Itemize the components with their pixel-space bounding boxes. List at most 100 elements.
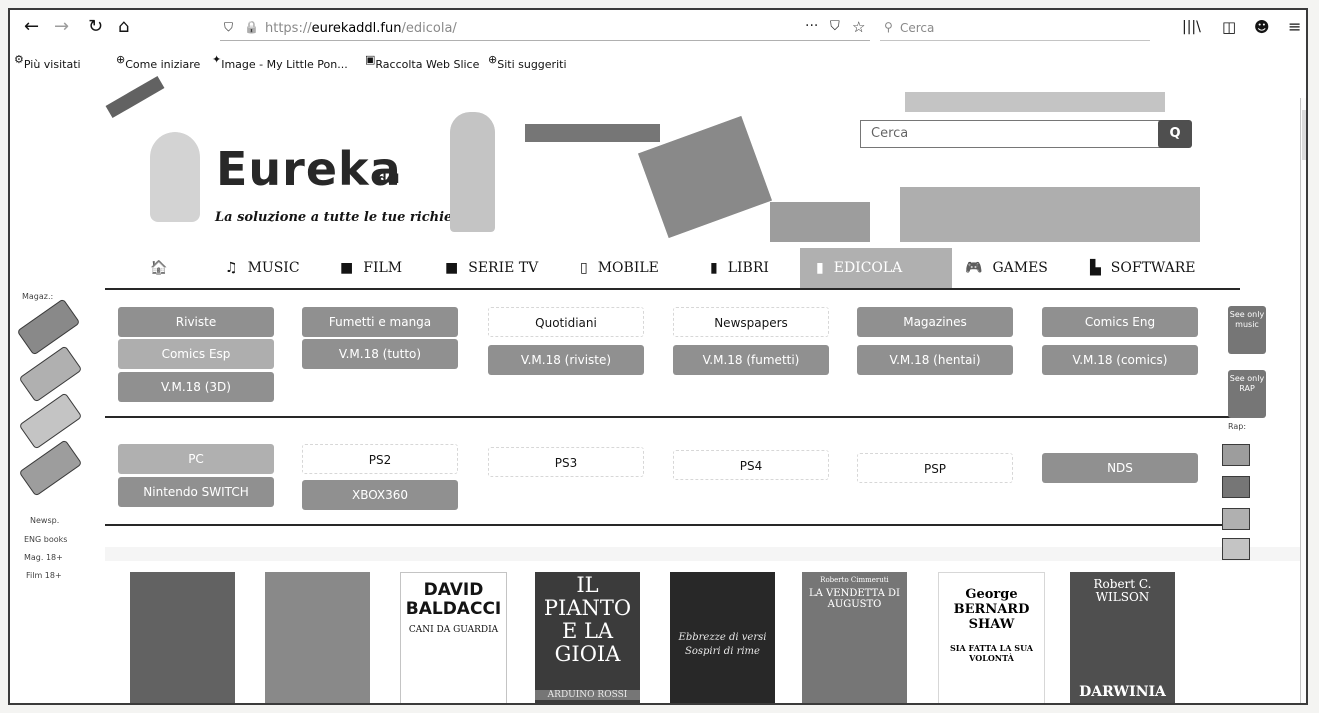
see-only-music-button[interactable]: See only music	[1228, 306, 1266, 354]
url-domain: eurekaddl.fun	[311, 21, 402, 36]
cat-comics-eng[interactable]: Comics Eng	[1042, 307, 1198, 337]
forward-icon[interactable]: →	[54, 16, 69, 37]
cat-ps4[interactable]: PS4	[673, 450, 829, 480]
home-icon[interactable]: ⌂	[118, 16, 129, 37]
flag-rap-uk[interactable]	[1222, 476, 1250, 498]
bookmark-image[interactable]: ✦ Image - My Little Pon...	[212, 53, 348, 71]
flag-magazines-4[interactable]	[18, 439, 83, 497]
book-cover[interactable]: Robert C. WILSON DARWINIA	[1070, 572, 1175, 703]
cat-psp[interactable]: PSP	[857, 453, 1013, 483]
bookmark-suggested-sites[interactable]: ⊕ Siti suggeriti	[488, 53, 567, 71]
book-cover[interactable]: Ebbrezze di versi Sospiri di rime	[670, 572, 775, 703]
cat-xbox360[interactable]: XBOX360	[302, 480, 458, 510]
browser-search-input[interactable]: ⚲ Cerca	[880, 18, 1150, 41]
flag-magazines-1[interactable]	[16, 298, 81, 356]
menu-music[interactable]: ♫ MUSIC	[225, 248, 300, 288]
cat-riviste[interactable]: Riviste	[118, 307, 274, 337]
pocket-icon[interactable]: ⛉	[830, 19, 840, 34]
book-cover[interactable]	[265, 572, 370, 703]
library-icon[interactable]: |||\	[1182, 19, 1201, 35]
book-subtitle: Sospiri di rime	[685, 646, 760, 657]
home-icon: 🏠	[150, 260, 168, 276]
browser-toolbar: ← → ↻ ⌂ ⛉ 🔒 https://eurekaddl.fun/edicol…	[10, 10, 1306, 48]
bookmark-web-slice[interactable]: ▣ Raccolta Web Slice	[365, 53, 479, 71]
cat-vm18-riviste[interactable]: V.M.18 (riviste)	[488, 345, 644, 375]
book-cover[interactable]	[130, 572, 235, 703]
bookmark-most-visited[interactable]: ⚙ Più visitati	[14, 53, 81, 71]
url-bar[interactable]: ⛉ 🔒 https://eurekaddl.fun/edicola/ ··· ⛉…	[220, 18, 870, 41]
menu-games[interactable]: 🎮 GAMES	[965, 248, 1048, 288]
menu-software[interactable]: ▙ SOFTWARE	[1090, 248, 1195, 288]
site-tagline: La soluzione a tutte le tue richieste!	[215, 210, 480, 225]
new-ribbon	[105, 75, 165, 119]
book-cover[interactable]: Roberto Cimmeruti LA VENDETTA DI AUGUSTO	[802, 572, 907, 703]
sidebar-magazines-label: Magaz.:	[22, 292, 54, 301]
menu-icon[interactable]: ≡	[1288, 17, 1301, 36]
sidebar-link-mag18[interactable]: Mag. 18+	[24, 553, 63, 562]
see-only-rap-button[interactable]: See only RAP	[1228, 370, 1266, 418]
book-cover[interactable]: IL PIANTO E LA GIOIA ARDUINO ROSSI	[535, 572, 640, 703]
businessman-figure	[450, 112, 495, 232]
page-scrollbar[interactable]	[1300, 98, 1306, 703]
cat-magazines[interactable]: Magazines	[857, 307, 1013, 337]
logo-suffix: ddl	[378, 172, 400, 186]
shield-icon[interactable]: ⛉	[224, 20, 233, 35]
lock-icon[interactable]: 🔒	[244, 20, 259, 34]
book-title: Robert C. WILSON	[1093, 577, 1152, 604]
section-divider	[105, 416, 1240, 418]
cat-quotidiani[interactable]: Quotidiani	[488, 307, 644, 337]
book-subtitle: DARWINIA	[1079, 684, 1166, 700]
cat-vm18-comics[interactable]: V.M.18 (comics)	[1042, 345, 1198, 375]
cat-comics-esp[interactable]: Comics Esp	[118, 339, 274, 369]
bookmark-star-icon[interactable]: ☆	[852, 18, 865, 36]
language-flags[interactable]	[525, 124, 660, 142]
cat-fumetti-manga[interactable]: Fumetti e manga	[302, 307, 458, 337]
search-icon: ⚲	[884, 20, 893, 34]
book-cover[interactable]: George BERNARD SHAW SIA FATTA LA SUA VOL…	[938, 572, 1045, 703]
menu-home[interactable]: 🏠	[150, 248, 177, 288]
site-search-input[interactable]: Cerca	[860, 120, 1162, 148]
menu-libri[interactable]: ▮ LIBRI	[710, 248, 769, 288]
cat-nds[interactable]: NDS	[1042, 453, 1198, 483]
account-icon[interactable]: ☻	[1254, 18, 1270, 36]
book-subtitle: SIA FATTA LA SUA VOLONTÀ	[950, 643, 1033, 663]
cat-vm18-fumetti[interactable]: V.M.18 (fumetti)	[673, 345, 829, 375]
book-cover[interactable]: DAVID BALDACCI CANI DA GUARDIA	[400, 572, 507, 703]
flag-magazines-3[interactable]	[18, 392, 83, 450]
book-subtitle: Roberto Cimmeruti	[820, 576, 889, 584]
sidebar-link-newsp[interactable]: Newsp.	[30, 516, 59, 525]
web-page: Eureka ddl La soluzione a tutte le tue r…	[10, 72, 1306, 703]
music-icon: ♫	[225, 260, 238, 276]
page-actions-icon[interactable]: ···	[805, 18, 818, 34]
flag-rap-4[interactable]	[1222, 538, 1250, 560]
browser-window: ← → ↻ ⌂ ⛉ 🔒 https://eurekaddl.fun/edicol…	[8, 8, 1308, 705]
bookmark-getting-started[interactable]: ⊕ Come iniziare	[116, 53, 200, 71]
scrollbar-thumb[interactable]	[1302, 110, 1306, 160]
book-icon: ▮	[710, 260, 718, 276]
sidebar-link-eng-books[interactable]: ENG books	[24, 535, 67, 544]
cat-pc[interactable]: PC	[118, 444, 274, 474]
menu-edicola[interactable]: ▮ EDICOLA	[800, 248, 952, 288]
mobile-icon: ▯	[580, 260, 588, 276]
cat-newspapers[interactable]: Newspapers	[673, 307, 829, 337]
flag-rap-italy[interactable]	[1222, 444, 1250, 466]
cat-vm18-3d[interactable]: V.M.18 (3D)	[118, 372, 274, 402]
menu-film[interactable]: ■ FILM	[340, 248, 402, 288]
site-search-button[interactable]: Q	[1158, 120, 1192, 148]
tv-camera-icon: ■	[445, 260, 459, 276]
cat-nintendo-switch[interactable]: Nintendo SWITCH	[118, 477, 274, 507]
cat-ps2[interactable]: PS2	[302, 444, 458, 474]
sidebar-link-film18[interactable]: Film 18+	[26, 571, 62, 580]
camera-icon: ■	[340, 260, 354, 276]
sidebar-icon[interactable]: ◫	[1222, 18, 1236, 36]
menu-serie-tv[interactable]: ■ SERIE TV	[445, 248, 538, 288]
logo-text[interactable]: Eureka	[216, 142, 402, 196]
reload-icon[interactable]: ↻	[88, 16, 103, 37]
flag-magazines-2[interactable]	[18, 345, 83, 403]
flag-rap-3[interactable]	[1222, 508, 1250, 530]
back-icon[interactable]: ←	[24, 16, 39, 37]
menu-mobile[interactable]: ▯ MOBILE	[580, 248, 659, 288]
cat-vm18-hentai[interactable]: V.M.18 (hentai)	[857, 345, 1013, 375]
cat-vm18-tutto[interactable]: V.M.18 (tutto)	[302, 339, 458, 369]
cat-ps3[interactable]: PS3	[488, 447, 644, 477]
